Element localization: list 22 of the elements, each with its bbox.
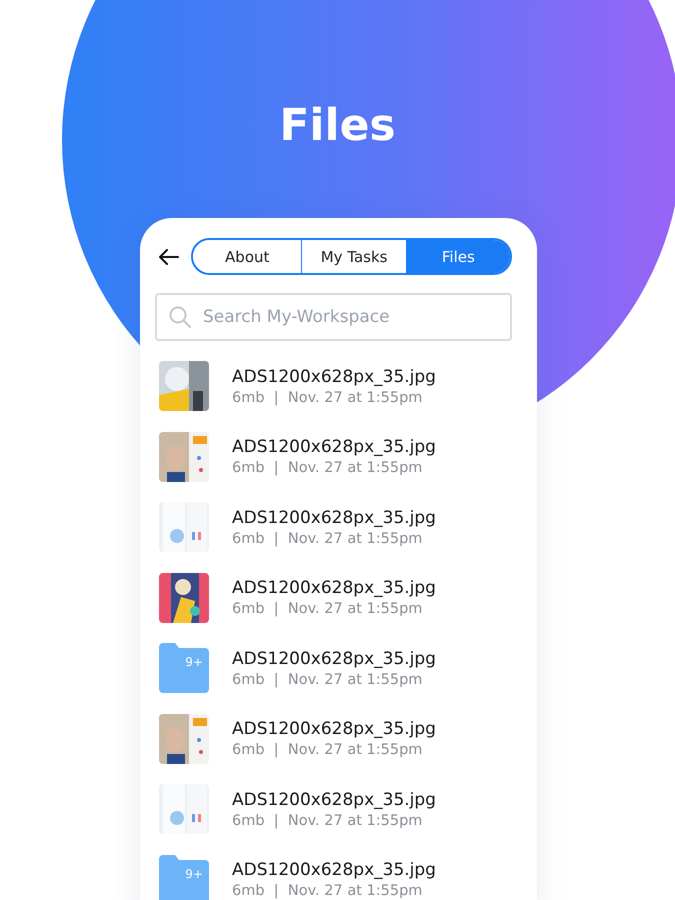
file-details: 6mb | Nov. 27 at 1:55pm xyxy=(232,390,424,406)
file-details: 6mb | Nov. 27 at 1:55pm xyxy=(232,812,424,828)
file-name: ADS1200x628px_35.jpg xyxy=(232,719,436,739)
file-details: 6mb | Nov. 27 at 1:55pm xyxy=(232,742,424,758)
file-name: ADS1200x628px_35.jpg xyxy=(232,508,436,528)
file-details: 6mb | Nov. 27 at 1:55pm xyxy=(232,460,424,476)
file-details: 6mb | Nov. 27 at 1:55pm xyxy=(232,883,424,899)
file-name: ADS1200x628px_35.jpg xyxy=(232,860,436,880)
back-arrow-icon[interactable] xyxy=(159,248,179,264)
file-details: 6mb | Nov. 27 at 1:55pm xyxy=(232,601,424,617)
folder-count: 9+ xyxy=(185,655,203,669)
file-name: ADS1200x628px_35.jpg xyxy=(232,366,436,386)
folder-count: 9+ xyxy=(185,866,203,880)
file-name: ADS1200x628px_35.jpg xyxy=(232,437,436,457)
file-name: ADS1200x628px_35.jpg xyxy=(232,578,436,598)
file-details: 6mb | Nov. 27 at 1:55pm xyxy=(232,672,424,688)
search-field[interactable]: Search My-Workspace xyxy=(155,293,512,341)
tab[interactable]: Files xyxy=(406,240,510,273)
page-title: Files xyxy=(279,99,396,153)
file-name: ADS1200x628px_35.jpg xyxy=(232,790,436,810)
file-details: 6mb | Nov. 27 at 1:55pm xyxy=(232,530,424,546)
file-name: ADS1200x628px_35.jpg xyxy=(232,648,436,668)
